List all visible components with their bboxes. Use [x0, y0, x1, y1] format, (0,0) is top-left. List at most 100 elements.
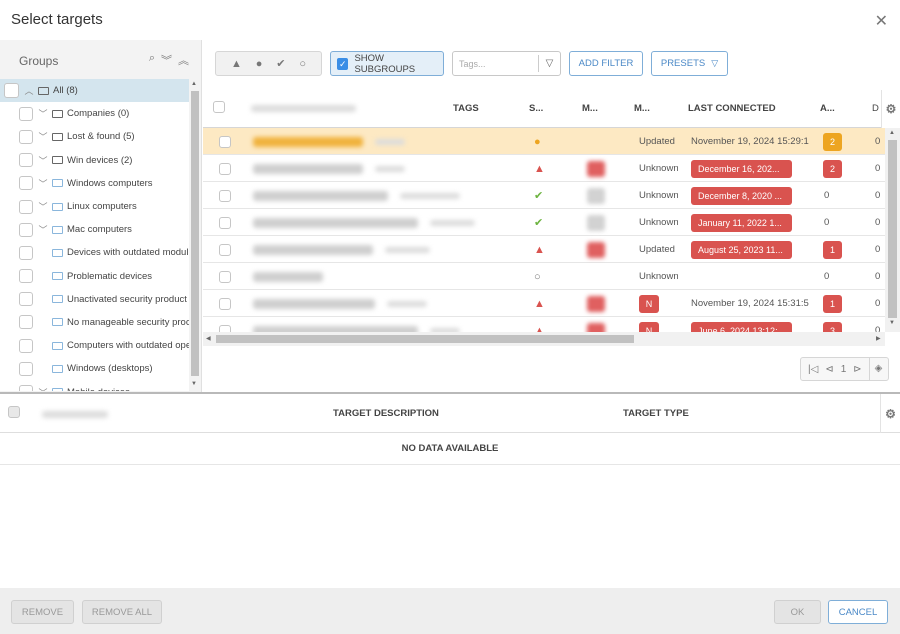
chevron-down-icon[interactable]: ﹀ [37, 386, 49, 391]
chevron-down-icon[interactable]: ﹀ [37, 130, 49, 143]
chevron-down-icon[interactable]: ▽ [538, 55, 560, 72]
table-vscroll-thumb[interactable] [888, 140, 897, 318]
targets-column-settings[interactable]: ⚙ [880, 394, 900, 433]
column-settings[interactable]: ⚙ [881, 90, 900, 128]
show-subgroups-toggle[interactable]: ✓ SHOW SUBGROUPS [330, 51, 444, 76]
row-checkbox[interactable] [219, 298, 231, 310]
row-select-cell[interactable] [219, 236, 231, 263]
group-item[interactable]: Unactivated security product [0, 288, 189, 311]
column-module-status[interactable]: M... [634, 103, 650, 114]
first-page-icon[interactable]: |◁ [808, 364, 818, 375]
row-select-cell[interactable] [219, 263, 231, 290]
close-icon[interactable]: ✕ [875, 11, 888, 31]
group-item[interactable]: ︿All (8) [0, 79, 189, 102]
chevron-down-icon[interactable]: ﹀ [37, 107, 49, 120]
group-item[interactable]: ﹀Mobile devices [0, 380, 189, 391]
row-select-cell[interactable] [219, 209, 231, 236]
computer-name-cell[interactable] [253, 263, 323, 290]
column-alerts[interactable]: A... [820, 103, 835, 114]
select-all-checkbox[interactable] [213, 101, 225, 113]
table-row[interactable]: ○Unknown00 [203, 263, 900, 290]
table-vscrollbar[interactable]: ▲ ▼ [885, 128, 900, 332]
computer-name-cell[interactable] [253, 182, 460, 209]
scroll-down-icon[interactable]: ▼ [889, 320, 895, 326]
prev-page-icon[interactable]: ⊲ [825, 364, 833, 375]
row-checkbox[interactable] [219, 217, 231, 229]
group-checkbox[interactable] [19, 362, 33, 376]
group-item[interactable]: ﹀Windows computers [0, 172, 189, 195]
row-checkbox[interactable] [219, 271, 231, 283]
column-target-name[interactable] [42, 411, 108, 418]
column-modules[interactable]: M... [582, 103, 598, 114]
circle-icon[interactable]: ○ [299, 58, 306, 70]
column-last-connected[interactable]: LAST CONNECTED [688, 103, 776, 114]
group-checkbox[interactable] [19, 223, 33, 237]
gear-icon[interactable]: ⚙ [885, 407, 896, 421]
column-computer-name[interactable] [251, 105, 356, 112]
presets-button[interactable]: PRESETS ▽ [651, 51, 728, 76]
group-checkbox[interactable] [19, 246, 33, 260]
group-item[interactable]: Computers with outdated ope [0, 334, 189, 357]
table-hscrollbar[interactable]: ◀ ▶ [203, 332, 885, 346]
row-select-cell[interactable] [219, 290, 231, 317]
table-row[interactable]: ✔UnknownJanuary 11, 2022 1...00 [203, 209, 900, 236]
table-row[interactable]: ▲UpdatedAugust 25, 2023 11...10 [203, 236, 900, 263]
column-tags[interactable]: TAGS [453, 103, 479, 114]
row-checkbox[interactable] [219, 163, 231, 175]
group-checkbox[interactable] [19, 339, 33, 353]
select-all-targets-checkbox[interactable] [8, 406, 20, 418]
scroll-down-icon[interactable]: ▼ [191, 381, 197, 387]
scroll-right-icon[interactable]: ▶ [876, 335, 881, 342]
chevron-up-icon[interactable]: ︿ [23, 84, 35, 97]
alert-icon[interactable]: ● [256, 58, 263, 70]
group-item[interactable]: ﹀Lost & found (5) [0, 125, 189, 148]
gear-icon[interactable]: ⚙ [886, 102, 897, 116]
chevron-down-icon[interactable]: ﹀ [37, 200, 49, 213]
ok-button[interactable]: OK [774, 600, 821, 624]
next-page-icon[interactable]: ⊳ [853, 364, 861, 375]
table-row[interactable]: ▲UnknownDecember 16, 202...20 [203, 155, 900, 182]
computer-name-cell[interactable] [253, 128, 405, 155]
table-row[interactable]: ●UpdatedNovember 19, 2024 15:29:1820 [203, 128, 900, 155]
row-checkbox[interactable] [219, 190, 231, 202]
group-checkbox[interactable] [19, 130, 33, 144]
computer-name-cell[interactable] [253, 155, 405, 182]
row-select-cell[interactable] [219, 182, 231, 209]
scroll-up-icon[interactable]: ▲ [889, 130, 895, 136]
chevron-down-icon[interactable]: ﹀ [37, 154, 49, 167]
column-target-description[interactable]: TARGET DESCRIPTION [333, 408, 439, 419]
group-item[interactable]: Problematic devices [0, 265, 189, 288]
search-icon[interactable]: ⌕ [149, 52, 155, 68]
tree-scrollbar[interactable]: ▲ ▼ [189, 79, 201, 391]
group-item[interactable]: ﹀Mac computers [0, 218, 189, 241]
scroll-up-icon[interactable]: ▲ [191, 81, 197, 87]
group-item[interactable]: ﹀Linux computers [0, 195, 189, 218]
table-row[interactable]: ▲NNovember 19, 2024 15:31:5310 [203, 290, 900, 317]
group-checkbox[interactable] [19, 200, 33, 214]
row-checkbox[interactable] [219, 136, 231, 148]
remove-button[interactable]: REMOVE [11, 600, 74, 624]
group-checkbox[interactable] [19, 176, 33, 190]
row-select-cell[interactable] [219, 128, 231, 155]
table-hscroll-thumb[interactable] [216, 335, 634, 343]
group-checkbox[interactable] [4, 83, 19, 98]
group-checkbox[interactable] [19, 385, 33, 391]
remove-all-button[interactable]: REMOVE ALL [82, 600, 162, 624]
scroll-left-icon[interactable]: ◀ [206, 335, 211, 342]
group-item[interactable]: Devices with outdated modul [0, 241, 189, 264]
column-status[interactable]: S... [529, 103, 543, 114]
tags-input[interactable]: Tags... ▽ [452, 51, 561, 76]
warning-icon[interactable]: ▲ [231, 58, 242, 70]
computer-name-cell[interactable] [253, 317, 460, 332]
row-select-cell[interactable] [219, 155, 231, 182]
group-checkbox[interactable] [19, 153, 33, 167]
collapse-all-icon[interactable]: ︽ [178, 52, 189, 68]
table-row[interactable]: ✔UnknownDecember 8, 2020 ...00 [203, 182, 900, 209]
group-item[interactable]: ﹀Win devices (2) [0, 149, 189, 172]
row-checkbox[interactable] [219, 325, 231, 333]
group-checkbox[interactable] [19, 269, 33, 283]
group-item[interactable]: ﹀Companies (0) [0, 102, 189, 125]
group-checkbox[interactable] [19, 292, 33, 306]
group-checkbox[interactable] [19, 107, 33, 121]
column-d[interactable]: D [872, 103, 879, 114]
